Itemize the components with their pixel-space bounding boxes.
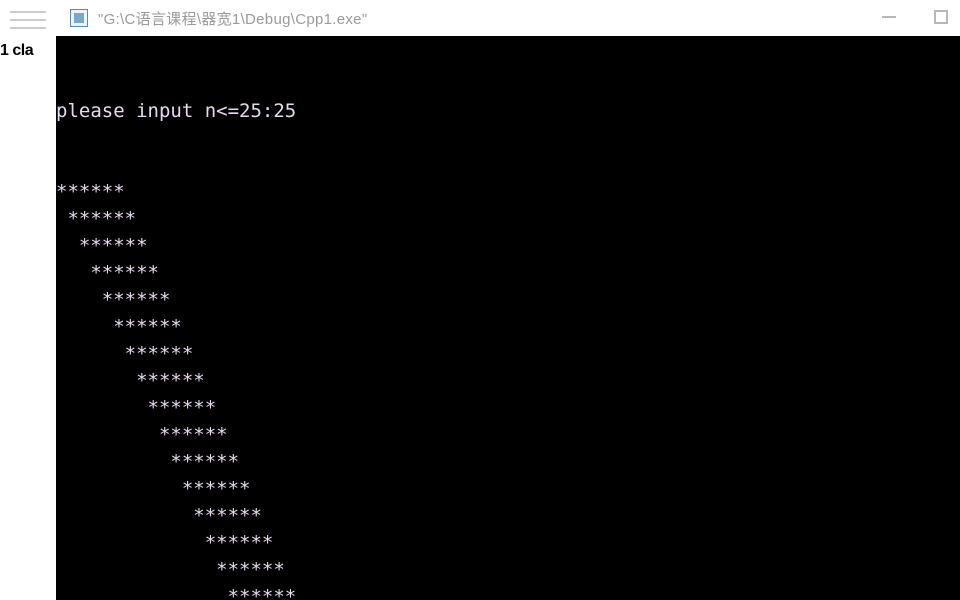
window-title: "G:\C语言课程\器宽1\Debug\Cpp1.exe" (98, 8, 367, 29)
console-output: please input n<=25:25 ****** ****** ****… (56, 36, 960, 600)
editor-gutter-label: 1 cla (0, 42, 35, 60)
hamburger-menu-icon[interactable] (4, 4, 52, 36)
console-pattern-line: ****** (56, 584, 960, 600)
maximize-button[interactable] (930, 6, 952, 28)
console-pattern-line: ****** (56, 206, 960, 233)
console-pattern-line: ****** (56, 233, 960, 260)
console-pattern-line: ****** (56, 503, 960, 530)
app-icon (70, 9, 88, 27)
console-pattern-line: ****** (56, 530, 960, 557)
console-pattern-line: ****** (56, 449, 960, 476)
console-pattern-line: ****** (56, 557, 960, 584)
window-controls (878, 6, 952, 28)
console-pattern-line: ****** (56, 476, 960, 503)
console-pattern-line: ****** (56, 395, 960, 422)
console-pattern-line: ****** (56, 341, 960, 368)
minimize-button[interactable] (878, 6, 900, 28)
console-pattern-line: ****** (56, 314, 960, 341)
console-pattern-line: ****** (56, 368, 960, 395)
window-titlebar: "G:\C语言课程\器宽1\Debug\Cpp1.exe" (56, 0, 960, 36)
console-prompt-line: please input n<=25:25 (56, 98, 960, 125)
console-pattern-line: ****** (56, 422, 960, 449)
console-pattern-line: ****** (56, 179, 960, 206)
console-pattern-line: ****** (56, 260, 960, 287)
console-pattern-line: ****** (56, 287, 960, 314)
